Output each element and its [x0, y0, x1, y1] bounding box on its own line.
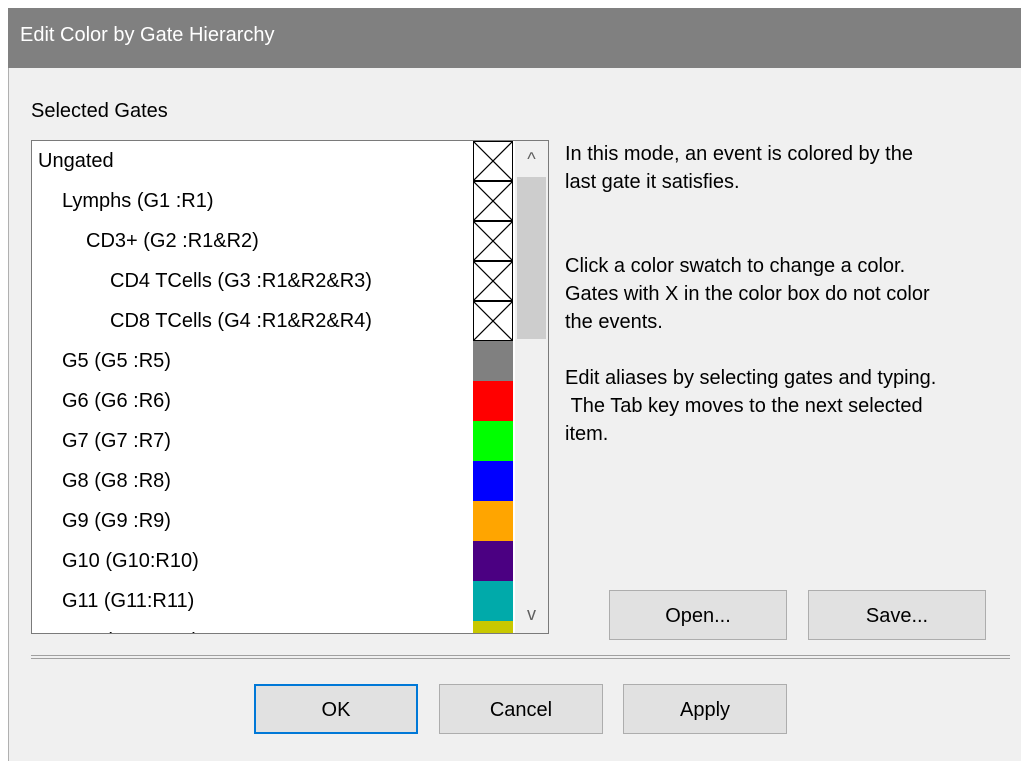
- gate-label: G7 (G7 :R7): [62, 430, 171, 452]
- no-color-swatch[interactable]: [473, 181, 513, 221]
- gate-label: G8 (G8 :R8): [62, 470, 171, 492]
- open-button[interactable]: Open...: [609, 590, 787, 640]
- x-mark-icon: [474, 142, 512, 180]
- color-swatch[interactable]: [473, 341, 513, 381]
- x-mark-icon: [474, 182, 512, 220]
- title-bar[interactable]: Edit Color by Gate Hierarchy: [8, 8, 1021, 68]
- gate-row[interactable]: G5 (G5 :R5): [32, 341, 472, 381]
- ok-button[interactable]: OK: [254, 684, 418, 734]
- apply-button[interactable]: Apply: [623, 684, 787, 734]
- help-text-mode: In this mode, an event is colored by the…: [565, 143, 913, 193]
- x-mark-icon: [474, 222, 512, 260]
- gate-row[interactable]: Lymphs (G1 :R1): [32, 181, 472, 221]
- gate-row[interactable]: G11 (G11:R11): [32, 581, 472, 621]
- color-swatch[interactable]: [473, 421, 513, 461]
- window-title: Edit Color by Gate Hierarchy: [20, 24, 275, 46]
- no-color-swatch[interactable]: [473, 141, 513, 181]
- gate-row[interactable]: G7 (G7 :R7): [32, 421, 472, 461]
- gate-label: Ungated: [38, 150, 114, 172]
- gate-label: G5 (G5 :R5): [62, 350, 171, 372]
- gate-label: CD4 TCells (G3 :R1&R2&R3): [110, 270, 372, 292]
- gate-row[interactable]: CD4 TCells (G3 :R1&R2&R3): [32, 261, 472, 301]
- gate-row[interactable]: G8 (G8 :R8): [32, 461, 472, 501]
- help-text-swatch: Click a color swatch to change a color. …: [565, 255, 930, 333]
- color-swatch[interactable]: [473, 621, 513, 633]
- gate-row[interactable]: G6 (G6 :R6): [32, 381, 472, 421]
- no-color-swatch[interactable]: [473, 261, 513, 301]
- gate-label: G9 (G9 :R9): [62, 510, 171, 532]
- gate-label: CD8 TCells (G4 :R1&R2&R4): [110, 310, 372, 332]
- no-color-swatch[interactable]: [473, 221, 513, 261]
- chevron-down-icon[interactable]: v: [515, 598, 548, 631]
- help-text-aliases: Edit aliases by selecting gates and typi…: [565, 367, 937, 445]
- selected-gates-label: Selected Gates: [31, 100, 168, 122]
- gate-label: G12 (G12:R12): [62, 621, 199, 633]
- gate-row[interactable]: CD3+ (G2 :R1&R2): [32, 221, 472, 261]
- cancel-button[interactable]: Cancel: [439, 684, 603, 734]
- color-swatch[interactable]: [473, 541, 513, 581]
- gate-row[interactable]: CD8 TCells (G4 :R1&R2&R4): [32, 301, 472, 341]
- gate-row[interactable]: G9 (G9 :R9): [32, 501, 472, 541]
- gate-row[interactable]: G10 (G10:R10): [32, 541, 472, 581]
- color-swatch[interactable]: [473, 381, 513, 421]
- gate-label: CD3+ (G2 :R1&R2): [86, 230, 259, 252]
- gate-row[interactable]: G12 (G12:R12): [32, 621, 472, 633]
- gate-label: G6 (G6 :R6): [62, 390, 171, 412]
- gate-list-scrollbar[interactable]: ^ v: [515, 141, 548, 633]
- gate-label: G10 (G10:R10): [62, 550, 199, 572]
- x-mark-icon: [474, 262, 512, 300]
- gate-list[interactable]: ^ v Ungated Lymphs (G1 :R1) CD3+ (G2 :R1&R…: [31, 140, 549, 634]
- gate-row[interactable]: Ungated: [32, 141, 472, 181]
- gate-label: Lymphs (G1 :R1): [62, 190, 214, 212]
- dialog-body: Selected Gates ^ v Ungated Lymphs (G1 :R1…: [8, 68, 1021, 761]
- save-button[interactable]: Save...: [808, 590, 986, 640]
- x-mark-icon: [474, 302, 512, 340]
- no-color-swatch[interactable]: [473, 301, 513, 341]
- color-swatch[interactable]: [473, 581, 513, 621]
- gate-label: G11 (G11:R11): [62, 590, 195, 612]
- chevron-up-icon[interactable]: ^: [515, 143, 548, 176]
- separator: [31, 655, 1010, 659]
- color-swatch[interactable]: [473, 501, 513, 541]
- color-swatch[interactable]: [473, 461, 513, 501]
- scrollbar-thumb[interactable]: [517, 177, 546, 339]
